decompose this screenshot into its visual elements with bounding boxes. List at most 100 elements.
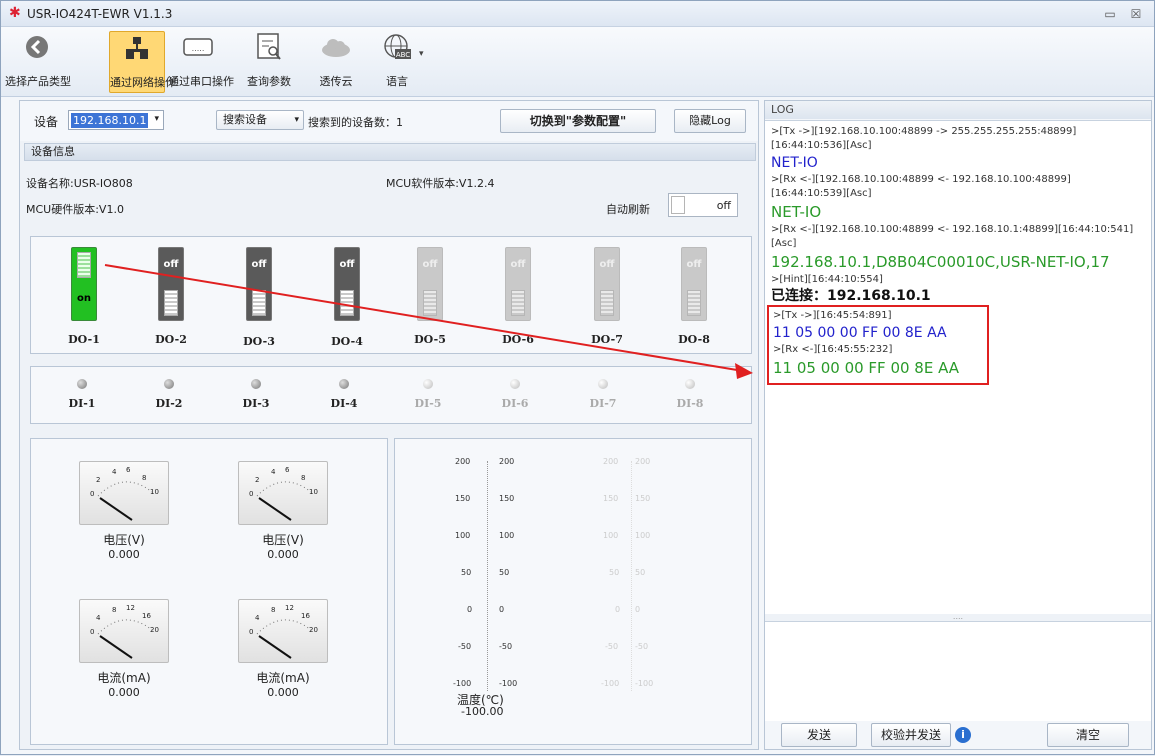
di-label: DI-2 [155,397,183,410]
switch-grip [252,290,266,316]
thermo-tick: 100 [455,531,471,540]
toolbar-label: 通过网络操作 [110,76,176,89]
hide-log-button[interactable]: 隐藏Log [674,109,746,133]
language-globe-icon: ABC [380,31,414,63]
log-line: >[Tx ->][16:45:54:891] [773,310,892,321]
search-device-button[interactable]: 搜索设备 ▾ [216,110,304,130]
log-line: >[Rx <-][16:45:55:232] [773,344,893,355]
di-7-led-icon [598,379,608,389]
switch-do-3[interactable]: off [246,247,272,321]
gauge-tick: 12 [126,604,135,612]
switch-do-5[interactable]: off [417,247,443,321]
switch-do-8[interactable]: off [681,247,707,321]
di-label: DI-5 [414,397,442,410]
switch-do-4[interactable]: off [334,247,360,321]
info-icon[interactable]: i [955,727,971,743]
thermo-tick: 200 [455,457,471,466]
network-operate-button[interactable]: 通过网络操作 [109,31,176,93]
do-label: DO-6 [502,333,534,346]
log-header: LOG [765,101,1151,119]
log-line: NET-IO [771,203,822,221]
log-pane: LOG >[Tx ->][192.168.10.100:48899 -> 255… [764,100,1152,750]
toolbar-label: 透传云 [319,75,353,88]
send-button[interactable]: 发送 [781,723,857,747]
main-toolbar: 选择产品类型 通过网络操作 ..... 通过串口操作 查询参数 透传云 ABC … [1,27,1154,97]
gauge-face: 0 4 8 12 16 20 [238,599,328,663]
thermo-tick: 0 [467,605,473,614]
query-params-button[interactable]: 查询参数 [239,31,299,93]
chevron-down-icon: ▾ [294,115,299,125]
gauge-tick: 10 [150,488,159,496]
language-button[interactable]: ABC 语言 [377,31,417,93]
log-line: NET-IO [771,155,818,171]
gauge-tick: 2 [255,476,260,484]
meter-title: 电压(V) [262,533,304,547]
thermo-tick: 100 [603,531,619,540]
toggle-state: off [716,199,731,212]
log-line: 192.168.10.1,D8B04C00010C,USR-NET-IO,17 [771,253,1110,271]
switch-do-2[interactable]: off [158,247,184,321]
found-count: 搜索到的设备数：1 [308,116,403,129]
switch-state: off [510,259,526,270]
do-label: DO-8 [678,333,710,346]
serial-operate-button[interactable]: ..... 通过串口操作 [168,31,234,93]
switch-do-7[interactable]: off [594,247,620,321]
toolbar-label: 选择产品类型 [5,75,71,88]
gauge-tick: 8 [271,606,276,614]
voltage-meter-2: 0 2 4 6 8 10 电压(V) 0.000 [238,461,328,571]
thermo-tick: -100 [453,679,472,688]
device-select[interactable]: 192.168.10.1 ▾ [68,110,164,130]
splitter-handle[interactable]: .... [765,613,1151,621]
clear-button[interactable]: 清空 [1047,723,1129,747]
device-label: 设备 [34,115,59,129]
close-button[interactable]: ☒ [1127,5,1145,23]
thermo-tick: 150 [455,494,471,503]
di-2-led-icon [164,379,174,389]
di-label: DI-3 [242,397,270,410]
gauge-tick: 20 [150,626,159,634]
minimize-button[interactable]: ▭ [1101,5,1119,23]
gauge-tick: 12 [285,604,294,612]
title-bar: ✱ USR-IO424T-EWR V1.1.3 ▭ ☒ [1,1,1154,27]
dropdown-arrow-icon[interactable]: ▾ [419,49,424,59]
gauge-tick: 4 [96,614,101,622]
device-select-value: 192.168.10.1 [71,113,149,128]
gauge-tick: 0 [90,628,95,636]
cloud-icon [319,31,353,63]
di-5-led-icon [423,379,433,389]
gauge-tick: 10 [309,488,318,496]
switch-do-1[interactable]: on [71,247,97,321]
gauge-tick: 4 [271,468,276,476]
send-input[interactable] [765,621,1151,721]
network-icon [120,32,154,64]
meter-value: 0.000 [108,548,140,561]
switch-state: off [686,259,702,270]
gauge-tick: 4 [255,614,260,622]
auto-refresh-toggle[interactable]: off [668,193,738,217]
gauge-tick: 0 [249,628,254,636]
highlight-box: >[Tx ->][16:45:54:891] 11 05 00 00 FF 00… [767,305,989,385]
switch-state: off [599,259,615,270]
do-label: DO-5 [414,333,446,346]
serial-port-icon: ..... [181,31,215,63]
switch-do-6[interactable]: off [505,247,531,321]
thermometer-scale [487,461,495,691]
chevron-down-icon: ▾ [154,114,159,124]
cloud-button[interactable]: 透传云 [311,31,361,93]
svg-text:.....: ..... [192,44,205,53]
select-product-button[interactable]: 选择产品类型 [5,31,71,93]
toolbar-label: 通过串口操作 [168,75,234,88]
search-device-label: 搜索设备 [223,113,267,126]
mcu-hardware-version: MCU硬件版本:V1.0 [26,203,124,216]
temperature-panel: 200 200 150 150 100 100 50 50 0 0 -50 -5… [394,438,752,745]
thermo-tick: 50 [499,568,510,577]
switch-config-button[interactable]: 切换到"参数配置" [500,109,656,133]
switch-grip [423,290,437,316]
switch-grip [77,252,91,278]
di-input-panel: DI-1 DI-2 DI-3 DI-4 DI-5 DI-6 DI-7 DI-8 [30,366,752,424]
do-label: DO-2 [155,333,187,346]
switch-grip [511,290,525,316]
check-send-button[interactable]: 校验并发送 [871,723,951,747]
switch-grip [340,290,354,316]
di-3-led-icon [251,379,261,389]
